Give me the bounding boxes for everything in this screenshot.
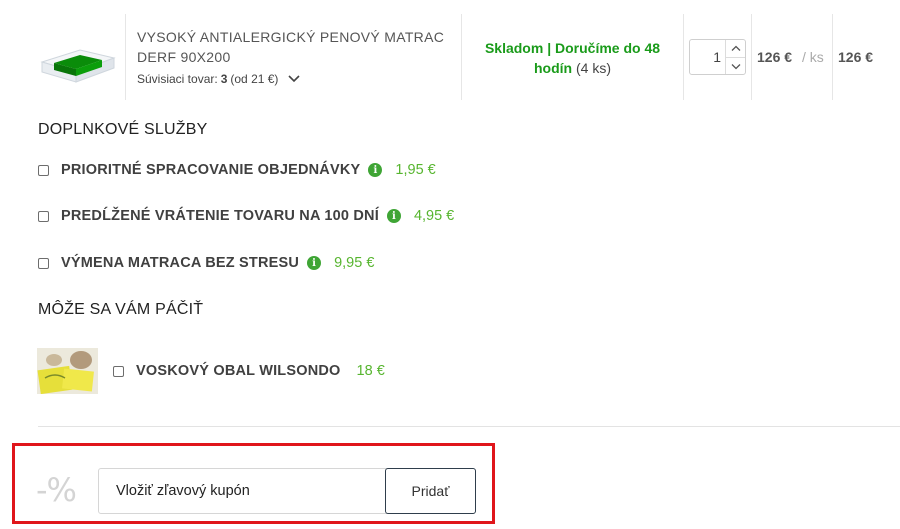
service-item: VÝMENA MATRACA BEZ STRESU i 9,95 € [38, 253, 374, 273]
quantity-decrease-button[interactable] [726, 57, 745, 74]
quantity-buttons [725, 40, 745, 74]
recommendation-checkbox[interactable] [113, 365, 124, 377]
related-price: (od 21 €) [230, 72, 279, 86]
recommendation-price: 18 € [356, 363, 385, 379]
recommendation-item: VOSKOVÝ OBAL WILSONDO 18 € [113, 361, 385, 381]
quantity-increase-button[interactable] [726, 40, 745, 57]
column-divider [683, 14, 684, 100]
service-price: 9,95 € [334, 255, 375, 271]
service-checkbox[interactable] [38, 164, 49, 176]
stock-text: Skladom | Doručíme do 48 hodín [484, 40, 661, 76]
quantity-stepper[interactable]: 1 [689, 39, 746, 75]
chevron-up-icon [731, 45, 740, 51]
stock-status: Skladom | Doručíme do 48 hodín (4 ks) [470, 38, 675, 78]
service-label[interactable]: PRIORITNÉ SPRACOVANIE OBJEDNÁVKY [61, 162, 360, 178]
service-checkbox[interactable] [38, 210, 49, 222]
chevron-down-icon [731, 63, 740, 69]
service-item: PRIORITNÉ SPRACOVANIE OBJEDNÁVKY i 1,95 … [38, 160, 436, 180]
discount-percent-icon: -% [36, 471, 77, 509]
column-divider [125, 14, 126, 100]
service-item: PREDĹŽENÉ VRÁTENIE TOVARU NA 100 DNÍ i 4… [38, 206, 454, 226]
service-label[interactable]: PREDĹŽENÉ VRÁTENIE TOVARU NA 100 DNÍ [61, 208, 379, 224]
recommendations-heading: MÔŽE SA VÁM PÁČIŤ [38, 301, 204, 318]
info-icon[interactable]: i [386, 209, 401, 223]
total-price: 126 € [838, 49, 874, 65]
service-price: 4,95 € [413, 208, 455, 224]
info-icon[interactable]: i [368, 163, 383, 177]
column-divider [832, 14, 833, 100]
stock-count: (4 ks) [576, 60, 611, 76]
column-divider [751, 14, 752, 100]
wax-cover-image[interactable] [37, 348, 98, 394]
unit-suffix: / ks [802, 49, 824, 65]
add-coupon-button[interactable]: Pridať [385, 468, 476, 514]
related-count: 3 [220, 72, 228, 86]
services-heading: DOPLNKOVÉ SLUŽBY [38, 121, 208, 138]
service-price: 1,95 € [395, 162, 436, 178]
mattress-image[interactable] [38, 36, 116, 88]
related-label: Súvisiaci tovar: [137, 72, 218, 86]
cart-item-row: VYSOKÝ ANTIALERGICKÝ PENOVÝ MATRAC DERF … [0, 14, 900, 100]
service-label[interactable]: VÝMENA MATRACA BEZ STRESU [61, 255, 299, 271]
unit-price: 126 € [757, 49, 793, 65]
related-products-toggle[interactable]: Súvisiaci tovar: 3 (od 21 €) [137, 72, 301, 86]
chevron-down-icon[interactable] [287, 74, 301, 84]
service-checkbox[interactable] [38, 257, 49, 269]
divider [38, 426, 900, 427]
recommendation-label[interactable]: VOSKOVÝ OBAL WILSONDO [136, 363, 341, 379]
info-icon[interactable]: i [307, 256, 322, 270]
quantity-input[interactable]: 1 [713, 49, 721, 65]
column-divider [461, 14, 462, 100]
product-name[interactable]: VYSOKÝ ANTIALERGICKÝ PENOVÝ MATRAC DERF … [137, 27, 447, 67]
